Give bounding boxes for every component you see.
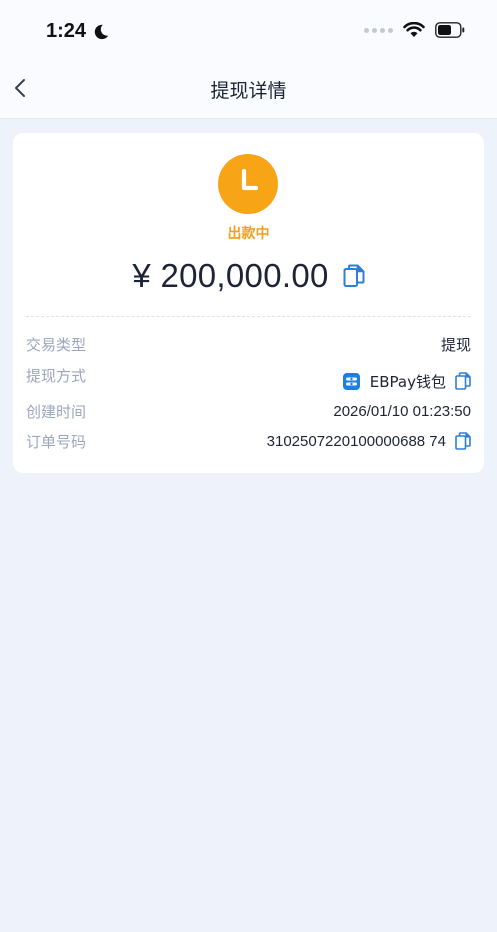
created-time-value: 2026/01/10 01:23:50 [333, 402, 471, 420]
amount-row: ¥ 200,000.00 [13, 257, 484, 295]
signal-icon [364, 27, 393, 33]
row-value: 提现 [441, 334, 471, 355]
battery-icon [435, 22, 465, 38]
withdraw-method-value: EBPay钱包 [369, 372, 446, 391]
copy-order-number-icon[interactable] [455, 432, 471, 450]
row-order-number: 订单号码 3102507220100000688 74 [26, 430, 471, 452]
page-title: 提现详情 [210, 80, 287, 102]
row-value: 2026/01/10 01:23:50 [333, 403, 471, 420]
transaction-type-value: 提现 [440, 335, 471, 354]
status-label: 出款中 [227, 226, 270, 242]
row-value: EBPay钱包 [342, 371, 471, 392]
dashed-divider [26, 316, 471, 317]
clock-time-text: 1:24 [46, 20, 87, 42]
row-created-time: 创建时间 2026/01/10 01:23:50 [26, 400, 471, 422]
row-label: 创建时间 [26, 402, 87, 421]
moon-icon [94, 24, 109, 39]
withdrawal-detail-card: 出款中 ¥ 200,000.00 交易类型 提现 提现方式 EBPay钱包 创建… [13, 133, 484, 473]
row-withdraw-method: 提现方式 EBPay钱包 [26, 364, 471, 391]
status-bar-time: 1:24 [46, 20, 110, 43]
copy-amount-icon[interactable] [343, 264, 365, 288]
header: 1:24 提现详情 [0, 0, 497, 119]
row-transaction-type: 交易类型 提现 [26, 333, 471, 355]
wifi-icon [403, 22, 425, 37]
row-label: 订单号码 [26, 432, 87, 451]
order-number-value: 3102507220100000688 74 [266, 432, 446, 450]
row-label: 交易类型 [26, 335, 87, 354]
row-value: 3102507220100000688 74 [267, 432, 471, 450]
row-label: 提现方式 [26, 366, 87, 385]
ebpay-logo-icon [342, 372, 360, 390]
status-clock-icon [218, 154, 278, 214]
amount-value: ¥ 200,000.00 [132, 257, 329, 294]
status-bar-indicators [364, 22, 465, 38]
copy-method-icon[interactable] [455, 372, 471, 390]
